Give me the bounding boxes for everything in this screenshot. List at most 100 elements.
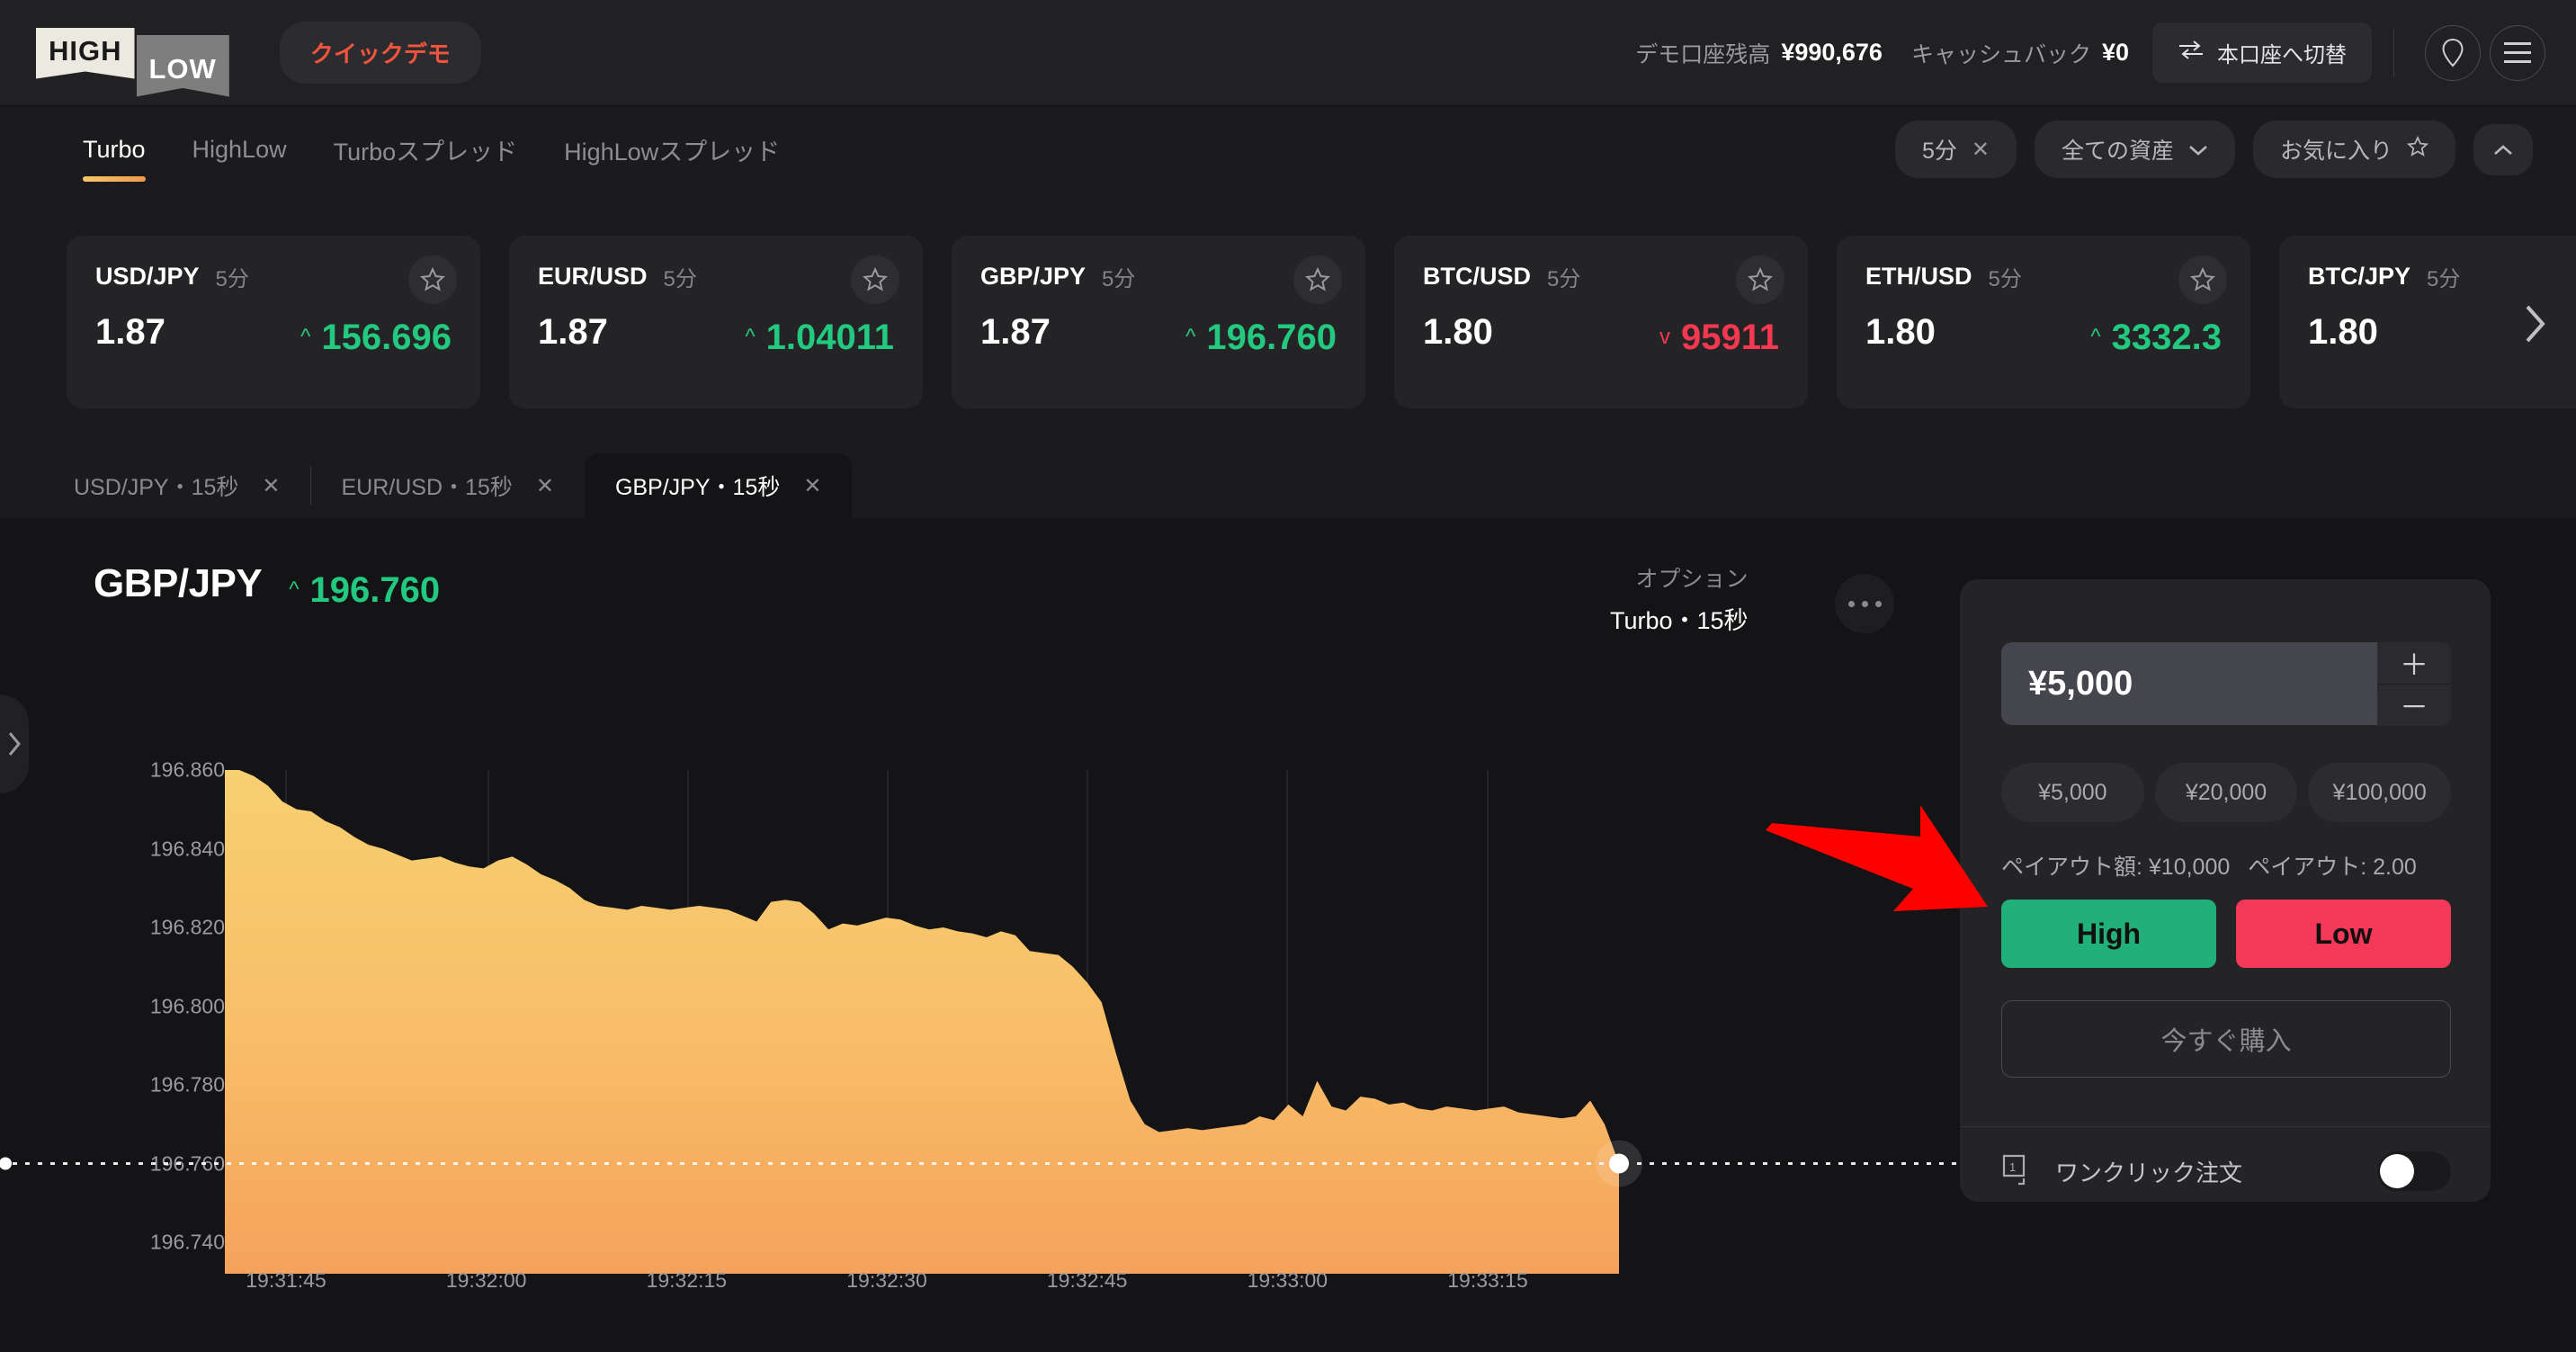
quick-amount-5000[interactable]: ¥5,000 [2001, 763, 2144, 822]
asset-card-body: 1.80 ^ 3332.3 [1865, 312, 2222, 358]
asset-price: ^ 3332.3 [2090, 318, 2222, 358]
high-button[interactable]: High [2001, 900, 2216, 968]
chart-area-fill [225, 767, 1619, 1274]
caret-down-icon: v [1659, 325, 1670, 349]
balance-value: ¥990,676 [1781, 39, 1883, 66]
asset-card-body: 1.80 v 95911 [1423, 312, 1779, 358]
chart-tab[interactable]: GBP/JPY・15秒 ✕ [584, 453, 853, 518]
asset-card-body: 1.87 ^ 196.760 [980, 312, 1337, 358]
chevron-up-icon [2493, 137, 2513, 163]
asset-duration: 5分 [663, 267, 697, 291]
ellipsis-icon[interactable] [1835, 574, 1894, 633]
sidebar-expand-toggle[interactable] [0, 694, 29, 793]
amount-value[interactable]: ¥5,000 [2028, 665, 2133, 703]
favorite-star-icon[interactable] [2178, 255, 2227, 304]
asset-card-header: ETH/USD 5分 [1865, 261, 2222, 292]
asset-card[interactable]: BTC/USD 5分 1.80 v 95911 [1394, 236, 1808, 408]
tab-turbo-spread[interactable]: Turboスプレッド [334, 106, 518, 193]
asset-price-value: 156.696 [321, 317, 452, 357]
cashback-label: キャッシュバック [1910, 41, 2091, 67]
collapse-assets-button[interactable] [2473, 123, 2533, 175]
close-icon[interactable]: ✕ [1972, 137, 1990, 163]
asset-payout-ratio: 1.87 [95, 312, 165, 352]
header-right-group: デモ口座残高 ¥990,676 キャッシュバック ¥0 本口座へ切替 [1635, 22, 2545, 83]
asset-payout-ratio: 1.80 [2308, 312, 2378, 352]
amount-input-row[interactable]: ¥5,000 ＋ － [2001, 642, 2451, 726]
asset-price-value: 95911 [1680, 317, 1779, 357]
low-button[interactable]: Low [2236, 900, 2451, 968]
amount-increase-button[interactable]: ＋ [2377, 642, 2451, 685]
x-axis-tick-label: 19:32:30 [846, 1268, 927, 1292]
product-navbar: Turbo HighLow Turboスプレッド HighLowスプレッド 5分… [0, 106, 2576, 193]
svg-text:1: 1 [2009, 1160, 2016, 1174]
hamburger-menu-icon[interactable] [2490, 24, 2545, 81]
quick-amount-row: ¥5,000 ¥20,000 ¥100,000 [2001, 763, 2452, 822]
asset-payout-ratio: 1.87 [980, 312, 1051, 352]
favorite-star-icon[interactable] [1293, 255, 1342, 304]
tab-turbo[interactable]: Turbo [83, 106, 146, 193]
asset-duration: 5分 [2427, 267, 2461, 291]
one-click-label: ワンクリック注文 [2055, 1159, 2243, 1186]
asset-payout-ratio: 1.80 [1423, 312, 1493, 352]
asset-filter-label: 全ての資産 [2061, 139, 2174, 164]
asset-card-header: GBP/JPY 5分 [980, 261, 1337, 292]
asset-card[interactable]: GBP/JPY 5分 1.87 ^ 196.760 [952, 236, 1365, 408]
chart-tab[interactable]: USD/JPY・15秒 ✕ [43, 453, 311, 518]
asset-card[interactable]: ETH/USD 5分 1.80 ^ 3332.3 [1837, 236, 2250, 408]
asset-card-header: USD/JPY 5分 [95, 261, 452, 292]
x-axis-tick-label: 19:33:00 [1247, 1268, 1328, 1292]
tab-highlow[interactable]: HighLow [192, 106, 287, 193]
quick-amount-100000[interactable]: ¥100,000 [2308, 763, 2452, 822]
duration-filter-label: 5分 [1921, 139, 1957, 164]
chart-x-axis: 19:31:45 19:32:00 19:32:15 19:32:30 19:32:45… [0, 1268, 1961, 1304]
asset-symbol: BTC/JPY [2308, 263, 2411, 290]
chart-symbol: GBP/JPY [94, 561, 263, 605]
asset-symbol: BTC/USD [1423, 263, 1531, 290]
hamburger-lines [2504, 42, 2531, 63]
asset-price: ^ 156.696 [300, 318, 452, 358]
one-click-order-row[interactable]: 1 ワンクリック注文 [2001, 1146, 2451, 1196]
asset-duration: 5分 [1102, 267, 1136, 291]
asset-price-value: 3332.3 [2111, 317, 2222, 357]
chart-tab[interactable]: EUR/USD・15秒 ✕ [309, 453, 585, 518]
asset-symbol: USD/JPY [95, 263, 200, 290]
switch-account-label: 本口座へ切替 [2217, 43, 2347, 67]
marker-dot [1609, 1153, 1629, 1174]
asset-filter-dropdown[interactable]: 全ての資産 [2034, 121, 2235, 178]
swap-arrows-icon [2178, 39, 2205, 67]
asset-card[interactable]: EUR/USD 5分 1.87 ^ 1.04011 [509, 236, 923, 408]
asset-card[interactable]: USD/JPY 5分 1.87 ^ 156.696 [67, 236, 480, 408]
one-click-icon: 1 [2001, 1153, 2035, 1189]
close-icon[interactable]: ✕ [262, 473, 280, 499]
buy-now-button[interactable]: 今すぐ購入 [2001, 1000, 2451, 1078]
location-pin-icon[interactable] [2425, 24, 2481, 81]
quick-demo-button[interactable]: クイックデモ [279, 22, 481, 84]
amount-decrease-button[interactable]: － [2377, 685, 2451, 726]
price-area-chart [0, 518, 1961, 1274]
logo-low-text: LOW [136, 34, 229, 97]
quick-amount-20000[interactable]: ¥20,000 [2154, 763, 2298, 822]
asset-card-header: EUR/USD 5分 [538, 261, 894, 292]
asset-price-value: 196.760 [1206, 317, 1337, 357]
close-icon[interactable]: ✕ [803, 473, 821, 499]
favorite-star-icon[interactable] [851, 255, 899, 304]
duration-filter-chip[interactable]: 5分 ✕ [1894, 121, 2017, 178]
logo-high-text: HIGH [36, 27, 135, 79]
tab-highlow-spread[interactable]: HighLowスプレッド [564, 106, 780, 193]
navbar-filters: 5分 ✕ 全ての資産 お気に入り [1894, 121, 2533, 178]
chevron-down-icon [2188, 137, 2208, 163]
favorite-star-icon[interactable] [408, 255, 457, 304]
favorites-filter-button[interactable]: お気に入り [2252, 121, 2455, 178]
close-icon[interactable]: ✕ [536, 473, 554, 499]
app-header: HIGH LOW クイックデモ デモ口座残高 ¥990,676 キャッシュバック… [0, 0, 2576, 106]
switch-account-button[interactable]: 本口座へ切替 [2152, 22, 2372, 83]
asset-price: ^ 196.760 [1185, 318, 1337, 358]
favorite-star-icon[interactable] [1736, 255, 1784, 304]
chart-plot-area[interactable] [0, 518, 1961, 1274]
asset-card-body: 1.87 ^ 1.04011 [538, 312, 894, 358]
chevron-right-icon[interactable] [2515, 304, 2554, 344]
caret-up-icon: ^ [745, 325, 756, 349]
payout-rate: ペイアウト: 2.00 [2248, 855, 2417, 880]
one-click-toggle[interactable] [2377, 1151, 2451, 1191]
asset-duration: 5分 [1547, 267, 1581, 291]
